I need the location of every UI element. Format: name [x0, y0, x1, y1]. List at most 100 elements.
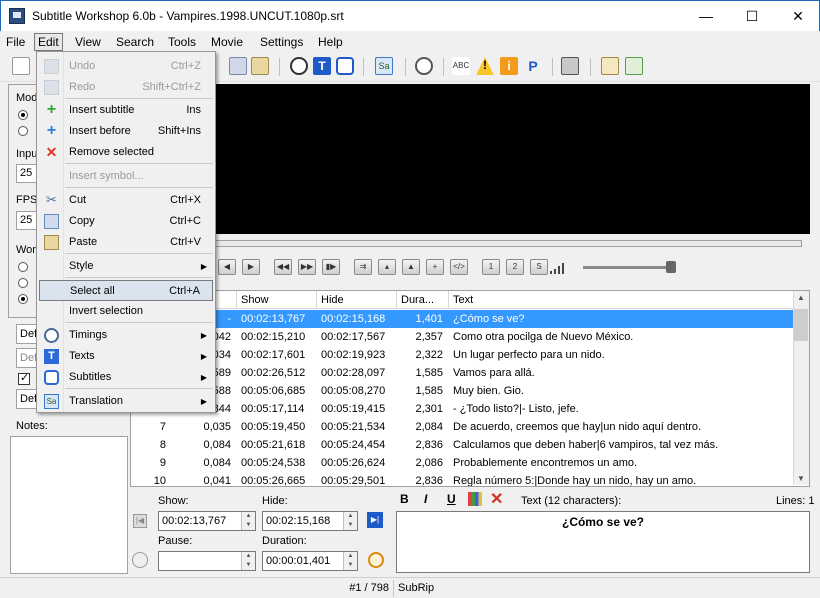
color-palette-icon[interactable]: [468, 492, 482, 506]
new-file-icon[interactable]: [12, 57, 30, 75]
underline-button[interactable]: U: [447, 492, 456, 506]
table-row[interactable]: 50,58800:05:06,68500:05:08,2701,585Muy b…: [131, 382, 794, 400]
menu-help[interactable]: Help: [314, 33, 347, 51]
speech-bubble-icon[interactable]: [336, 57, 354, 75]
hide-time-field[interactable]: 00:02:15,168 ▲ ▼: [262, 511, 358, 531]
warning-icon[interactable]: !: [476, 57, 494, 75]
menu-item-select-all[interactable]: Select all Ctrl+A: [39, 280, 213, 301]
menu-item-redo[interactable]: Redo Shift+Ctrl+Z: [39, 77, 213, 98]
clock-icon[interactable]: [290, 57, 308, 75]
speed-1-icon[interactable]: 1: [482, 259, 500, 275]
video-preview[interactable]: [214, 84, 810, 234]
table-row[interactable]: 9 0,084 00:05:24,538 00:05:26,624 2,086 Proba…: [131, 454, 794, 472]
p-icon[interactable]: P: [524, 57, 542, 75]
menu-item-undo[interactable]: Undo Ctrl+Z: [39, 56, 213, 77]
subtitle-text-editor[interactable]: ¿Cómo se ve?: [396, 511, 810, 573]
italic-button[interactable]: I: [424, 492, 427, 506]
work-radio-3[interactable]: [18, 294, 28, 304]
fast-forward-icon[interactable]: ▶▶: [298, 259, 316, 275]
menu-item-insert-subtitle[interactable]: + Insert subtitle Ins: [39, 100, 213, 121]
menu-item-invert-selection[interactable]: Invert selection: [39, 301, 213, 322]
menu-file[interactable]: File: [2, 33, 29, 51]
show-time-field[interactable]: 00:02:13,767 ▲ ▼: [158, 511, 256, 531]
menu-movie[interactable]: Movie: [207, 33, 247, 51]
menu-search[interactable]: Search: [112, 33, 158, 51]
menu-item-translation[interactable]: Sa Translation ▶: [39, 391, 213, 412]
mode-radio-2[interactable]: [18, 126, 28, 136]
menu-item-style[interactable]: Style ▶: [39, 256, 213, 277]
menu-item-timings[interactable]: Timings ▶: [39, 325, 213, 346]
code-icon[interactable]: </>: [450, 259, 468, 275]
work-radio-1[interactable]: [18, 262, 28, 272]
add-subtitle-icon[interactable]: +: [426, 259, 444, 275]
info-icon[interactable]: i: [500, 57, 518, 75]
menu-view[interactable]: View: [71, 33, 105, 51]
scrollbar-thumb[interactable]: [794, 309, 808, 341]
forward-icon[interactable]: ▶: [242, 259, 260, 275]
paste-icon[interactable]: [251, 57, 269, 75]
frame-step-icon[interactable]: ▮▶: [322, 259, 340, 275]
spin-arrows-icon[interactable]: ▲ ▼: [241, 512, 255, 530]
set-show-icon[interactable]: ⇉: [354, 259, 372, 275]
menu-item-insert-symbol[interactable]: Insert symbol...: [39, 166, 213, 187]
volume-slider[interactable]: [583, 266, 675, 269]
export-icon[interactable]: [601, 57, 619, 75]
menu-settings[interactable]: Settings: [256, 33, 307, 51]
remove-tags-icon[interactable]: ✕: [490, 489, 503, 509]
col-header-show[interactable]: Show: [237, 291, 317, 309]
set-start-icon[interactable]: ▲: [402, 259, 420, 275]
seek-bar[interactable]: [214, 240, 802, 247]
table-row[interactable]: 8 0,084 00:05:21,618 00:05:24,454 2,836 Calcu…: [131, 436, 794, 454]
table-row[interactable]: 20,04200:02:15,21000:02:17,5672,357Como …: [131, 328, 794, 346]
checkbox[interactable]: ✓: [18, 372, 30, 385]
spin-arrows-icon[interactable]: ▲ ▼: [343, 512, 357, 530]
table-row[interactable]: 1-00:02:13,76700:02:15,1681,401¿Cómo se …: [131, 310, 794, 328]
back-icon[interactable]: ◀: [218, 259, 236, 275]
rewind-icon[interactable]: ◀◀: [274, 259, 292, 275]
table-row[interactable]: 40,58900:02:26,51200:02:28,0971,585Vamos…: [131, 364, 794, 382]
pause-field[interactable]: ▲ ▼: [158, 551, 256, 571]
mode-radio-1[interactable]: [18, 110, 28, 120]
work-radio-2[interactable]: [18, 278, 28, 288]
volume-knob[interactable]: [666, 261, 676, 273]
menu-item-copy[interactable]: Copy Ctrl+C: [39, 211, 213, 232]
set-hide-icon[interactable]: ▴: [378, 259, 396, 275]
menu-item-remove-selected[interactable]: ✕ Remove selected: [39, 142, 213, 163]
spin-arrows-icon[interactable]: ▲ ▼: [343, 552, 357, 570]
menu-item-subtitles[interactable]: Subtitles ▶: [39, 367, 213, 388]
subtitle-s-icon[interactable]: S: [530, 259, 548, 275]
table-row[interactable]: 10 0,041 00:05:26,665 00:05:29,501 2,836 Regl…: [131, 472, 794, 486]
duration-clock-icon[interactable]: [368, 552, 384, 568]
next-subtitle-icon[interactable]: ▶|: [367, 512, 383, 528]
check-list-icon[interactable]: [625, 57, 643, 75]
table-row[interactable]: 60,84400:05:17,11400:05:19,4152,301- ¿To…: [131, 400, 794, 418]
menu-item-cut[interactable]: ✂ Cut Ctrl+X: [39, 190, 213, 211]
magnifier-icon[interactable]: [415, 57, 433, 75]
translate-icon[interactable]: Sa: [375, 57, 393, 75]
maximize-button[interactable]: ☐: [729, 1, 775, 31]
duration-field[interactable]: 00:00:01,401 ▲ ▼: [262, 551, 358, 571]
menu-edit[interactable]: Edit: [34, 33, 63, 51]
prev-subtitle-icon[interactable]: |◀: [133, 514, 147, 528]
minimize-button[interactable]: —: [683, 1, 729, 31]
bold-button[interactable]: B: [400, 492, 409, 506]
table-row[interactable]: 7 0,035 00:05:19,450 00:05:21,534 2,084 De ac…: [131, 418, 794, 436]
film-icon[interactable]: [561, 57, 579, 75]
subtitle-grid[interactable]: # Pause Show Hide Dura... Text 1-00:02:1…: [130, 290, 810, 487]
table-row[interactable]: 30,03400:02:17,60100:02:19,9232,322Un lu…: [131, 346, 794, 364]
speed-2-icon[interactable]: 2: [506, 259, 524, 275]
text-t-icon[interactable]: T: [313, 57, 331, 75]
copy-icon[interactable]: [229, 57, 247, 75]
menu-item-texts[interactable]: T Texts ▶: [39, 346, 213, 367]
col-header-text[interactable]: Text: [449, 291, 794, 309]
spin-arrows-icon[interactable]: ▲ ▼: [241, 552, 255, 570]
fps-label: FPS: [16, 194, 38, 206]
menu-tools[interactable]: Tools: [164, 33, 200, 51]
col-header-duration[interactable]: Dura...: [397, 291, 449, 309]
spellcheck-icon[interactable]: ABC: [452, 57, 470, 75]
menu-item-insert-before[interactable]: + Insert before Shift+Ins: [39, 121, 213, 142]
menu-item-paste[interactable]: Paste Ctrl+V: [39, 232, 213, 253]
col-header-hide[interactable]: Hide: [317, 291, 397, 309]
close-button[interactable]: ✕: [775, 1, 820, 31]
notes-textarea[interactable]: [10, 436, 128, 574]
